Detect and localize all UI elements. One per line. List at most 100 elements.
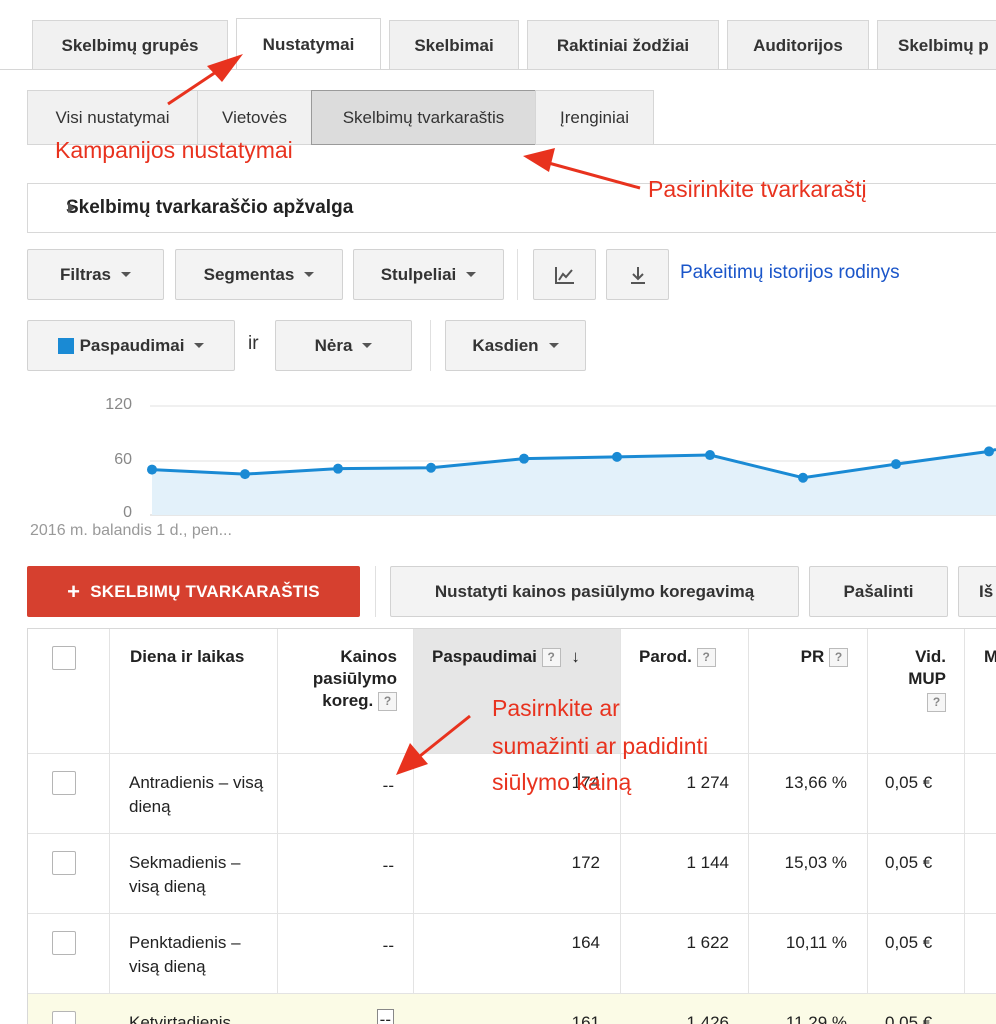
filter-button[interactable]: Filtras <box>27 249 164 300</box>
cell-clicks: 161 <box>571 1013 600 1024</box>
controls-separator <box>430 320 431 371</box>
header-bid-adjustment[interactable]: Kainos pasiūlymo koreg. ? <box>290 646 397 712</box>
period-dropdown[interactable]: Kasdien <box>445 320 586 371</box>
filter-label: Filtras <box>59 264 112 284</box>
cell-bid-adjustment[interactable]: -- <box>290 1008 394 1024</box>
header-impressions[interactable]: Parod. ? <box>639 646 749 668</box>
chevron-down-icon <box>194 343 205 348</box>
tab-ad-groups[interactable]: Skelbimų grupės <box>32 20 228 70</box>
header-impressions-label: Parod. <box>639 647 692 666</box>
segment-label: Segmentas <box>203 264 295 284</box>
header-clicks-label: Paspaudimai <box>432 647 537 666</box>
cell-bid-adjustment[interactable]: -- <box>290 934 394 958</box>
header-ctr[interactable]: PR ? <box>758 646 848 668</box>
schedule-overview-title: Skelbimų tvarkaraščio apžvalga <box>66 197 354 218</box>
cell-ctr: 11,29 % <box>785 1013 847 1024</box>
cell-ctr: 13,66 % <box>784 773 847 792</box>
download-icon <box>630 266 645 284</box>
subtab-devices[interactable]: Įrenginiai <box>535 90 654 145</box>
data-point[interactable] <box>333 463 343 474</box>
help-icon[interactable]: ? <box>829 648 848 668</box>
header-avg-cpc-label: Vid. MUP <box>908 647 946 688</box>
metric1-dropdown[interactable]: Paspaudimai <box>27 320 235 371</box>
tab-keywords[interactable]: Raktiniai žodžiai <box>527 20 719 70</box>
actions-separator <box>375 566 376 617</box>
download-button[interactable] <box>606 249 669 300</box>
segment-button[interactable]: Segmentas <box>175 249 343 300</box>
metric1-label: Paspaudimai <box>79 335 185 355</box>
cell-day: Antradienis – visą dieną <box>129 773 264 816</box>
tab-audiences[interactable]: Auditorijos <box>727 20 869 70</box>
help-icon[interactable]: ? <box>378 692 397 712</box>
columns-button[interactable]: Stulpeliai <box>353 249 504 300</box>
data-point[interactable] <box>519 453 529 464</box>
tab-ads[interactable]: Skelbimai <box>389 20 519 70</box>
data-point[interactable] <box>984 446 994 457</box>
row-checkbox[interactable] <box>52 931 76 955</box>
table-row[interactable]: Sekmadienis – visą dieną -- 172 1 144 15… <box>28 833 996 913</box>
cell-impressions: 1 426 <box>686 1013 729 1024</box>
data-point[interactable] <box>147 464 157 475</box>
cell-bid-adjustment[interactable]: -- <box>290 774 394 798</box>
metric2-dropdown[interactable]: Nėra <box>275 320 412 371</box>
tab-settings[interactable]: Nustatymai <box>236 18 381 70</box>
tab-ad-extensions[interactable]: Skelbimų p <box>877 20 996 70</box>
chart-toggle-button[interactable] <box>533 249 596 300</box>
data-point[interactable] <box>798 472 808 483</box>
chevron-down-icon <box>304 272 315 277</box>
columns-label: Stulpeliai <box>380 264 457 284</box>
data-point[interactable] <box>240 469 250 480</box>
row-checkbox[interactable] <box>52 851 76 875</box>
table-row[interactable]: Penktadienis – visą dieną -- 164 1 622 1… <box>28 913 996 993</box>
cell-impressions: 1 274 <box>686 773 729 792</box>
chart-date-label: 2016 m. balandis 1 d., pen... <box>30 522 232 539</box>
clicks-chart <box>147 405 996 516</box>
annotation-bid-adjust-line2: sumažinti ar padidinti <box>492 733 709 759</box>
cell-ctr: 10,11 % <box>785 933 847 952</box>
header-avg-cpc[interactable]: Vid. MUP ? <box>878 646 946 713</box>
line-chart-icon <box>554 266 574 284</box>
row-checkbox[interactable] <box>52 771 76 795</box>
annotation-bid-adjust-line3: siūlymo kainą <box>492 769 632 795</box>
remove-button[interactable]: Pašalinti <box>809 566 948 617</box>
edit-bid-adjustment-field[interactable]: -- <box>376 1009 394 1024</box>
cell-clicks: 172 <box>571 853 600 872</box>
data-point[interactable] <box>426 462 436 473</box>
schedule-table: Diena ir laikas Kainos pasiūlymo koreg. … <box>27 628 996 1024</box>
row-checkbox[interactable] <box>52 1011 76 1024</box>
series-color-swatch <box>57 337 74 354</box>
help-icon[interactable]: ? <box>696 648 716 668</box>
arrow-to-schedule-subtab <box>523 148 641 190</box>
cell-clicks: 164 <box>571 933 600 952</box>
help-icon[interactable]: ? <box>541 648 561 668</box>
cell-bid-adjustment[interactable]: -- <box>290 854 394 878</box>
subtab-divider <box>653 144 996 145</box>
toolbar-separator <box>517 249 518 300</box>
chevron-down-icon <box>362 343 373 348</box>
cell-ctr: 15,03 % <box>784 853 847 872</box>
header-clicks[interactable]: Paspaudimai ? ↓ <box>432 646 617 668</box>
data-point[interactable] <box>705 450 715 461</box>
table-row-hovered[interactable]: Ketvirtadienis -- 161 1 426 11,29 % 0,05… <box>28 993 996 1024</box>
subtab-ad-schedule[interactable]: Skelbimų tvarkaraštis <box>311 90 536 145</box>
cell-impressions: 1 622 <box>686 933 729 952</box>
header-day-time[interactable]: Diena ir laikas <box>130 646 270 668</box>
change-history-link[interactable]: Pakeitimų istorijos rodinys <box>680 262 900 284</box>
annotation-choose-schedule: Pasirinkite tvarkaraštį <box>648 176 867 202</box>
add-schedule-label: SKELBIMŲ TVARKARAŠTIS <box>90 581 320 601</box>
annotation-bid-adjust-line1: Pasirnkite ar <box>492 695 620 721</box>
data-point[interactable] <box>891 459 901 470</box>
cell-day: Ketvirtadienis <box>129 1013 232 1024</box>
period-label: Kasdien <box>472 335 539 355</box>
data-point[interactable] <box>612 451 622 462</box>
sort-desc-arrow-icon: ↓ <box>571 647 580 666</box>
chevron-down-icon <box>121 272 132 277</box>
header-more[interactable]: M <box>984 646 996 668</box>
tab-divider <box>0 69 996 70</box>
add-schedule-button[interactable]: + SKELBIMŲ TVARKARAŠTIS <box>27 566 360 617</box>
set-bid-adjustment-button[interactable]: Nustatyti kainos pasiūlymo koregavimą <box>390 566 799 617</box>
select-all-checkbox[interactable] <box>52 646 76 670</box>
help-icon[interactable]: ? <box>927 693 946 713</box>
chevron-down-icon <box>466 272 477 277</box>
more-button[interactable]: Iš <box>958 566 996 617</box>
